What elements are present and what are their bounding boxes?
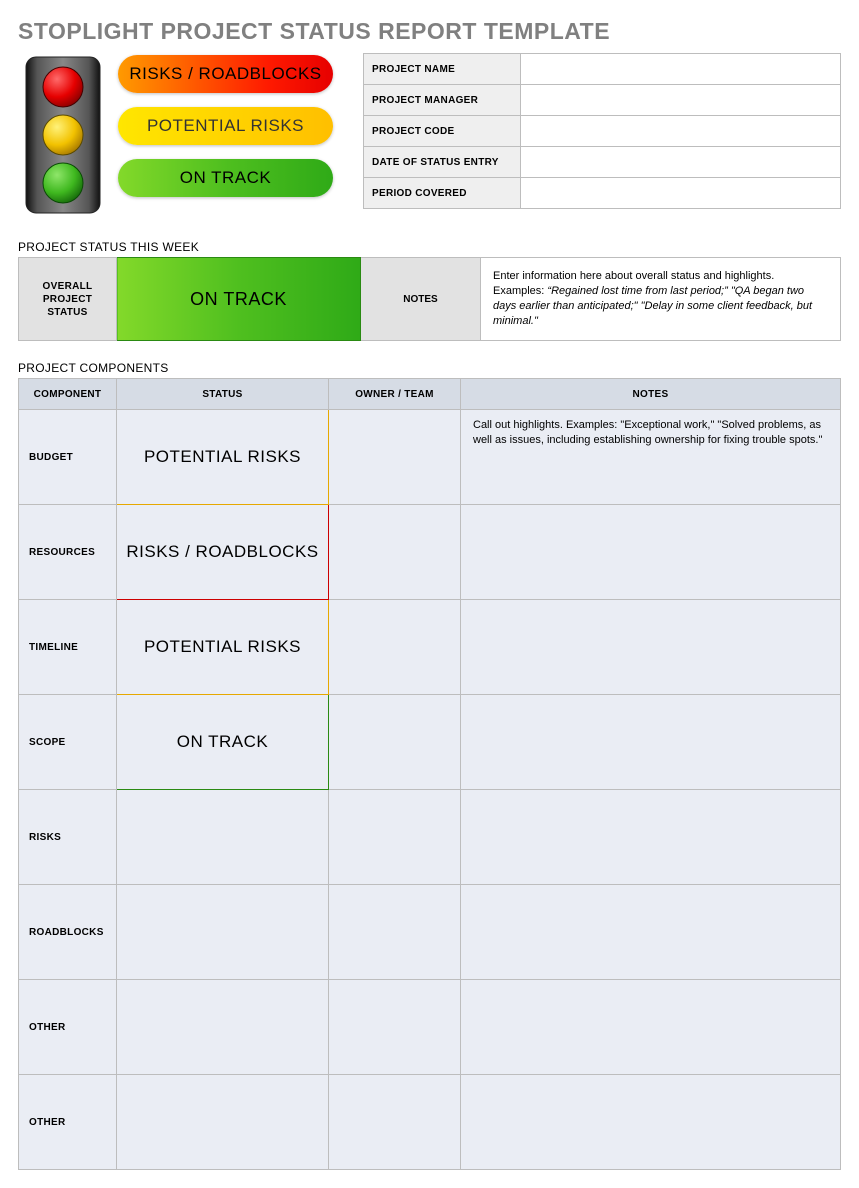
component-owner[interactable] xyxy=(329,505,461,600)
col-header-owner: OWNER / TEAM xyxy=(329,379,461,410)
component-notes[interactable] xyxy=(461,980,841,1075)
info-label: DATE OF STATUS ENTRY xyxy=(364,147,521,178)
col-header-component: COMPONENT xyxy=(19,379,117,410)
info-label: PERIOD COVERED xyxy=(364,178,521,209)
component-notes[interactable] xyxy=(461,790,841,885)
table-row: RESOURCESRISKS / ROADBLOCKS xyxy=(19,505,841,600)
components-table: COMPONENT STATUS OWNER / TEAM NOTES BUDG… xyxy=(18,378,841,1170)
component-owner[interactable] xyxy=(329,695,461,790)
col-header-notes: NOTES xyxy=(461,379,841,410)
info-label: PROJECT NAME xyxy=(364,54,521,85)
component-status[interactable]: ON TRACK xyxy=(117,695,329,790)
table-row: TIMELINEPOTENTIAL RISKS xyxy=(19,600,841,695)
overall-status-cell[interactable]: ON TRACK xyxy=(117,258,361,341)
project-info-table: PROJECT NAME PROJECT MANAGER PROJECT COD… xyxy=(363,53,841,209)
table-row: OTHER xyxy=(19,1075,841,1170)
info-label: PROJECT CODE xyxy=(364,116,521,147)
component-name: OTHER xyxy=(19,1075,117,1170)
component-notes[interactable]: Call out highlights. Examples: "Exceptio… xyxy=(461,410,841,505)
component-owner[interactable] xyxy=(329,980,461,1075)
component-status[interactable] xyxy=(117,1075,329,1170)
col-header-status: STATUS xyxy=(117,379,329,410)
component-owner[interactable] xyxy=(329,790,461,885)
info-value-date[interactable] xyxy=(521,147,841,178)
component-notes[interactable] xyxy=(461,1075,841,1170)
component-name: OTHER xyxy=(19,980,117,1075)
table-row: OTHER xyxy=(19,980,841,1075)
legend-yellow-pill: POTENTIAL RISKS xyxy=(118,107,333,145)
component-status[interactable]: RISKS / ROADBLOCKS xyxy=(117,505,329,600)
component-name: ROADBLOCKS xyxy=(19,885,117,980)
overall-status-table: OVERALLPROJECTSTATUS ON TRACK NOTES Ente… xyxy=(18,257,841,341)
info-value-project-code[interactable] xyxy=(521,116,841,147)
table-row: RISKS xyxy=(19,790,841,885)
component-owner[interactable] xyxy=(329,410,461,505)
page-title: STOPLIGHT PROJECT STATUS REPORT TEMPLATE xyxy=(18,18,841,45)
header-row: RISKS / ROADBLOCKS POTENTIAL RISKS ON TR… xyxy=(18,53,841,220)
stoplight-icon xyxy=(18,53,108,220)
component-name: SCOPE xyxy=(19,695,117,790)
info-value-project-manager[interactable] xyxy=(521,85,841,116)
component-status[interactable] xyxy=(117,885,329,980)
table-row: ROADBLOCKS xyxy=(19,885,841,980)
section-components: PROJECT COMPONENTS xyxy=(18,361,841,375)
table-row: BUDGETPOTENTIAL RISKS Call out highlights… xyxy=(19,410,841,505)
component-status[interactable]: POTENTIAL RISKS xyxy=(117,600,329,695)
info-value-project-name[interactable] xyxy=(521,54,841,85)
section-status-week: PROJECT STATUS THIS WEEK xyxy=(18,240,841,254)
info-label: PROJECT MANAGER xyxy=(364,85,521,116)
component-owner[interactable] xyxy=(329,1075,461,1170)
component-name: TIMELINE xyxy=(19,600,117,695)
legend-green-pill: ON TRACK xyxy=(118,159,333,197)
info-value-period[interactable] xyxy=(521,178,841,209)
component-status[interactable]: POTENTIAL RISKS xyxy=(117,410,329,505)
component-owner[interactable] xyxy=(329,885,461,980)
component-name: RISKS xyxy=(19,790,117,885)
component-notes[interactable] xyxy=(461,885,841,980)
component-status[interactable] xyxy=(117,790,329,885)
legend: RISKS / ROADBLOCKS POTENTIAL RISKS ON TR… xyxy=(118,53,333,197)
overall-notes-cell[interactable]: Enter information here about overall sta… xyxy=(481,258,841,341)
overall-notes-header: NOTES xyxy=(361,258,481,341)
component-name: RESOURCES xyxy=(19,505,117,600)
component-status[interactable] xyxy=(117,980,329,1075)
table-row: SCOPEON TRACK xyxy=(19,695,841,790)
component-owner[interactable] xyxy=(329,600,461,695)
overall-status-header: OVERALLPROJECTSTATUS xyxy=(19,258,117,341)
component-notes[interactable] xyxy=(461,600,841,695)
component-notes[interactable] xyxy=(461,695,841,790)
component-name: BUDGET xyxy=(19,410,117,505)
legend-red-pill: RISKS / ROADBLOCKS xyxy=(118,55,333,93)
component-notes[interactable] xyxy=(461,505,841,600)
